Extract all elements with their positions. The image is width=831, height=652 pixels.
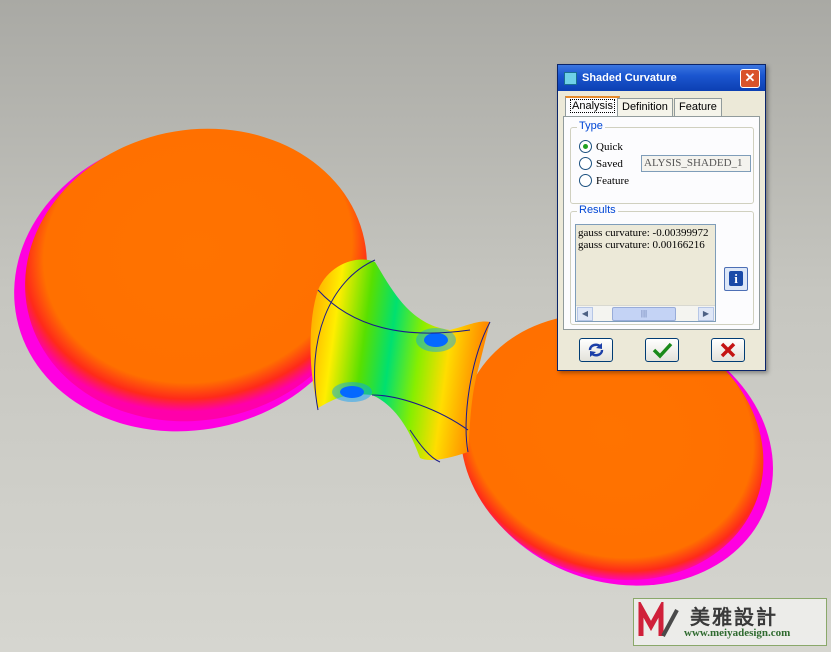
watermark-logo-icon xyxy=(638,602,679,637)
scroll-left-arrow-icon[interactable]: ◀ xyxy=(577,307,593,321)
results-text: gauss curvature: -0.00399972 gauss curva… xyxy=(578,227,708,251)
scroll-thumb[interactable]: ||| xyxy=(612,307,676,321)
radio-quick-row[interactable]: Quick xyxy=(579,140,623,154)
radio-feature[interactable] xyxy=(579,174,592,187)
tab-definition[interactable]: Definition xyxy=(617,98,673,116)
tab-analysis-label: Analysis xyxy=(570,99,615,113)
tab-definition-label: Definition xyxy=(622,101,668,113)
result-line-2: gauss curvature: 0.00166216 xyxy=(578,239,705,251)
radio-quick-label: Quick xyxy=(596,140,623,153)
cancel-button[interactable] xyxy=(711,338,745,362)
close-button[interactable]: ✕ xyxy=(740,69,760,88)
tab-feature[interactable]: Feature xyxy=(674,98,722,116)
type-group-label: Type xyxy=(577,120,605,132)
ok-button[interactable] xyxy=(645,338,679,362)
cancel-x-icon xyxy=(720,342,736,358)
results-horizontal-scrollbar[interactable]: ◀ ||| ▶ xyxy=(576,305,715,321)
repaint-icon xyxy=(588,343,604,357)
repaint-button[interactable] xyxy=(579,338,613,362)
dialog-title: Shaded Curvature xyxy=(582,72,677,84)
saved-name-field[interactable]: ALYSIS_SHADED_1 xyxy=(641,155,751,172)
radio-feature-label: Feature xyxy=(596,174,629,187)
dialog-titlebar[interactable]: Shaded Curvature ✕ xyxy=(558,65,765,91)
results-group: Results gauss curvature: -0.00399972 gau… xyxy=(570,204,754,325)
saddle-spot-upper-halo xyxy=(416,328,456,352)
analysis-panel: Type Quick Saved ALYSIS_SHADED_1 Feature… xyxy=(563,116,760,330)
watermark-url: www.meiyadesign.com xyxy=(684,627,791,639)
results-group-label: Results xyxy=(577,204,618,216)
info-button[interactable]: i xyxy=(724,267,748,291)
scroll-right-arrow-icon[interactable]: ▶ xyxy=(698,307,714,321)
radio-feature-row[interactable]: Feature xyxy=(579,174,629,188)
watermark: 美雅設計 www.meiyadesign.com xyxy=(633,598,827,646)
tab-analysis[interactable]: Analysis xyxy=(565,96,620,117)
neck-region xyxy=(310,259,490,460)
saddle-spot-lower-halo xyxy=(332,382,372,402)
radio-saved[interactable] xyxy=(579,157,592,170)
radio-saved-label: Saved xyxy=(596,157,623,170)
type-group: Type Quick Saved ALYSIS_SHADED_1 Feature xyxy=(570,120,754,204)
info-icon: i xyxy=(729,271,743,286)
app-icon xyxy=(564,72,577,85)
close-icon: ✕ xyxy=(744,70,756,85)
radio-quick[interactable] xyxy=(579,140,592,153)
watermark-brand: 美雅設計 xyxy=(690,605,778,629)
result-line-1: gauss curvature: -0.00399972 xyxy=(578,227,709,239)
results-textbox[interactable]: gauss curvature: -0.00399972 gauss curva… xyxy=(575,224,716,322)
shaded-curvature-dialog: Shaded Curvature ✕ Analysis Definition F… xyxy=(557,64,766,371)
checkmark-icon xyxy=(652,342,673,359)
radio-saved-row[interactable]: Saved xyxy=(579,157,623,171)
tab-feature-label: Feature xyxy=(679,101,717,113)
